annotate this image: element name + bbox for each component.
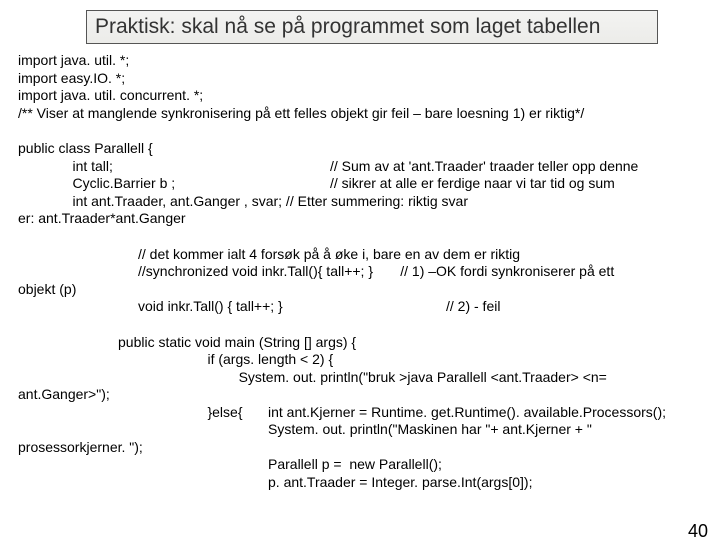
code-line: System. out. println("Maskinen har "+ an… [268,421,702,439]
code-comment: // Sum av at 'ant.Traader' traader telle… [330,158,702,176]
code-line: int ant.Kjerner = Runtime. get.Runtime()… [268,404,702,422]
code-line: import java. util. *; [18,52,702,70]
slide-title-text: Praktisk: skal nå se på programmet som l… [95,15,600,38]
code-line: p. ant.Traader = Integer. parse.Int(args… [268,474,702,492]
code-line: System. out. println("bruk >java Paralle… [18,369,607,387]
code-line: public static void main (String [] args)… [18,334,356,352]
code-line: import java. util. concurrent. *; [18,87,702,105]
code-line: objekt (p) [18,281,702,299]
code-area: import java. util. *; import easy.IO. *;… [0,52,720,491]
code-comment: // 2) - feil [446,298,702,316]
slide-title: Praktisk: skal nå se på programmet som l… [86,10,658,44]
page-number: 40 [688,521,708,542]
code-comment: //synchronized void inkr.Tall(){ tall++;… [18,263,614,281]
code-line: prosessorkjerner. "); [18,439,702,457]
code-line: void inkr.Tall() { tall++; } [138,298,446,316]
code-line: import easy.IO. *; [18,70,702,88]
code-line: public class Parallell { [18,140,702,158]
code-line: ant.Ganger>"); [18,386,702,404]
code-line: /** Viser at manglende synkronisering på… [18,105,702,123]
code-line: er: ant.Traader*ant.Ganger [18,210,702,228]
code-line: Cyclic.Barrier b ; [18,175,330,193]
code-line: if (args. length < 2) { [18,351,333,369]
code-comment: // sikrer at alle er ferdige naar vi tar… [330,175,702,193]
code-comment: // det kommer ialt 4 forsøk på å øke i, … [18,246,520,264]
code-line: }else{ [118,404,268,422]
code-line: Parallell p = new Parallell(); [268,456,702,474]
code-line: int ant.Traader, ant.Ganger , svar; // E… [18,193,702,211]
code-line: int tall; [18,158,330,176]
